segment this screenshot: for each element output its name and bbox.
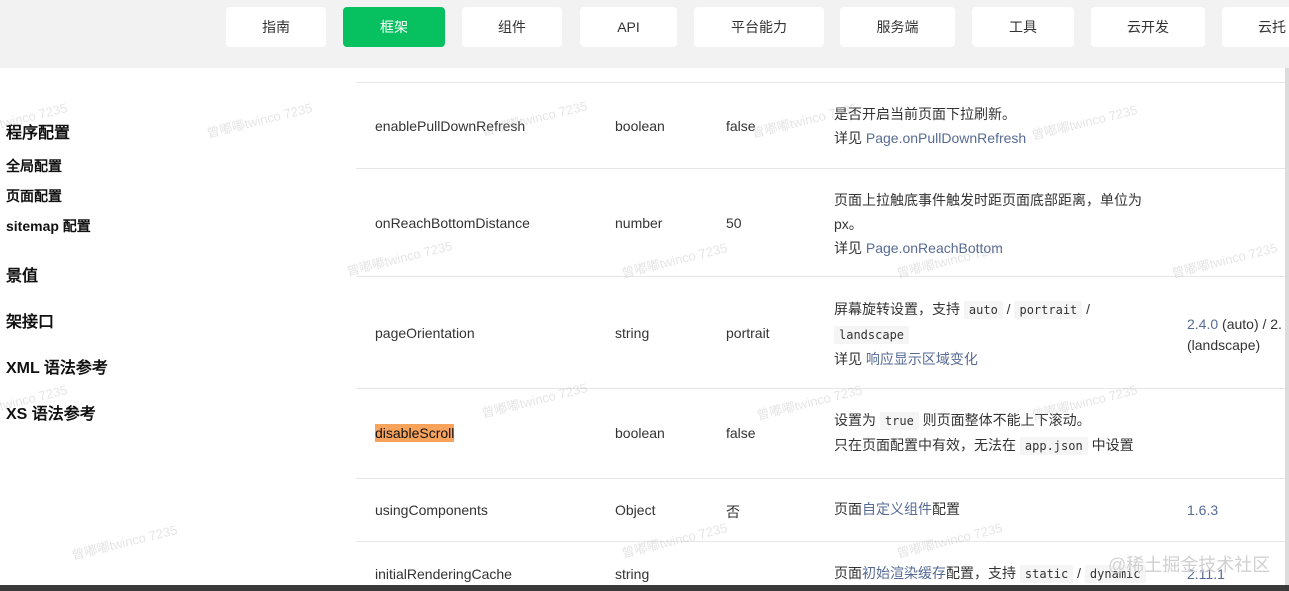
sidebar-item-sitemap-config[interactable]: sitemap 配置	[6, 216, 91, 236]
row-divider	[356, 388, 1285, 389]
code-app-json: app.json	[1019, 437, 1088, 455]
tab-api[interactable]: API	[580, 7, 677, 47]
property-description: 页面自定义组件配置	[834, 497, 960, 521]
tab-platform[interactable]: 平台能力	[694, 7, 824, 47]
row-divider	[356, 276, 1285, 277]
description-text: 则页面整体不能上下滚动。	[918, 412, 1091, 428]
tab-components[interactable]: 组件	[462, 7, 562, 47]
tab-cloud-dev[interactable]: 云开发	[1091, 7, 1205, 47]
property-default: false	[726, 118, 756, 134]
version-text: (auto) / 2.	[1218, 316, 1282, 332]
property-description: 屏幕旋转设置，支持 auto / portrait / landscape 详见…	[834, 297, 1090, 371]
window-bottom-edge	[0, 585, 1289, 591]
property-name: disableScroll	[375, 424, 455, 442]
tab-framework[interactable]: 框架	[343, 7, 445, 47]
code-landscape: landscape	[834, 326, 910, 344]
separator: /	[1082, 301, 1091, 317]
row-divider	[356, 168, 1285, 169]
tab-tools[interactable]: 工具	[972, 7, 1074, 47]
property-default: false	[726, 425, 756, 441]
description-text: 详见	[834, 240, 866, 256]
property-name: usingComponents	[375, 502, 488, 518]
row-divider	[356, 82, 1285, 83]
doc-link[interactable]: Page.onReachBottom	[866, 240, 1003, 256]
description-text: 设置为	[834, 412, 880, 428]
property-default: 50	[726, 215, 742, 231]
property-type: string	[615, 566, 650, 582]
property-type: number	[615, 215, 663, 231]
description-text: 是否开启当前页面下拉刷新。	[834, 106, 1016, 122]
property-name: initialRenderingCache	[375, 566, 512, 582]
tab-cloud-hosting[interactable]: 云托	[1222, 7, 1289, 47]
top-nav: 指南 框架 组件 API 平台能力 服务端 工具 云开发 云托	[0, 0, 1289, 68]
doc-link[interactable]: 自定义组件	[862, 501, 932, 517]
property-name: onReachBottomDistance	[375, 215, 530, 231]
property-default: portrait	[726, 325, 770, 341]
version-link[interactable]: 2.4.0	[1187, 316, 1218, 332]
code-portrait: portrait	[1014, 301, 1083, 319]
tab-guide[interactable]: 指南	[226, 7, 326, 47]
property-type: boolean	[615, 118, 665, 134]
description-text: 详见	[834, 351, 866, 367]
doc-link[interactable]: Page.onPullDownRefresh	[866, 130, 1026, 146]
row-divider	[356, 478, 1285, 479]
sidebar-item-framework-api[interactable]: 架接口	[6, 308, 54, 332]
description-text: 只在页面配置中有效，无法在	[834, 437, 1020, 453]
code-static: static	[1019, 565, 1074, 583]
config-table: enablePullDownRefresh boolean false 是否开启…	[268, 68, 1285, 591]
sidebar-item-wxml-ref[interactable]: XML 语法参考	[6, 354, 108, 378]
tab-server[interactable]: 服务端	[840, 7, 955, 47]
min-version[interactable]: 1.6.3	[1187, 502, 1218, 518]
separator: /	[1002, 301, 1015, 317]
highlighted-text: disableScroll	[375, 424, 455, 442]
doc-link[interactable]: 初始渲染缓存	[862, 565, 946, 581]
description-text: 页面上拉触底事件触发时距页面底部距离，单位为	[834, 192, 1142, 208]
description-text: 详见	[834, 130, 866, 146]
version-text: (landscape)	[1187, 337, 1261, 353]
description-text: 配置，支持	[946, 565, 1020, 581]
separator: /	[1073, 565, 1085, 581]
description-text: px。	[834, 216, 863, 232]
property-name: enablePullDownRefresh	[375, 118, 526, 134]
min-version: 2.4.0 (auto) / 2. (landscape)	[1187, 314, 1282, 356]
property-type: boolean	[615, 425, 665, 441]
property-description: 页面上拉触底事件触发时距页面底部距离，单位为 px。 详见 Page.onRea…	[834, 188, 1142, 260]
sidebar-item-page-config[interactable]: 页面配置	[6, 186, 62, 206]
page-edge	[1285, 68, 1289, 591]
description-text: 页面	[834, 501, 862, 517]
row-divider	[356, 541, 1285, 542]
description-text: 屏幕旋转设置，支持	[834, 301, 964, 317]
doc-link[interactable]: 响应显示区域变化	[866, 351, 978, 367]
property-name: pageOrientation	[375, 325, 475, 341]
description-text: 页面	[834, 565, 862, 581]
code-auto: auto	[963, 301, 1003, 319]
sidebar: 程序配置 全局配置 页面配置 sitemap 配置 景值 架接口 XML 语法参…	[0, 68, 268, 591]
property-description: 是否开启当前页面下拉刷新。 详见 Page.onPullDownRefresh	[834, 102, 1026, 150]
sidebar-item-global-config[interactable]: 全局配置	[6, 156, 62, 176]
property-default: 否	[726, 504, 740, 520]
source-credit: @稀土掘金技术社区	[1108, 555, 1271, 575]
description-text: 中设置	[1087, 437, 1134, 453]
property-description: 设置为 true 则页面整体不能上下滚动。 只在页面配置中有效，无法在 app.…	[834, 408, 1134, 458]
sidebar-item-scene[interactable]: 景值	[6, 262, 38, 286]
property-description: 页面初始渲染缓存配置，支持 static / dynamic	[834, 561, 1146, 586]
property-type: Object	[615, 502, 656, 518]
sidebar-item-app-config[interactable]: 程序配置	[6, 119, 70, 143]
code-true: true	[879, 412, 919, 430]
property-type: string	[615, 325, 650, 341]
description-text: 配置	[932, 501, 960, 517]
sidebar-item-wxs-ref[interactable]: XS 语法参考	[6, 400, 96, 424]
